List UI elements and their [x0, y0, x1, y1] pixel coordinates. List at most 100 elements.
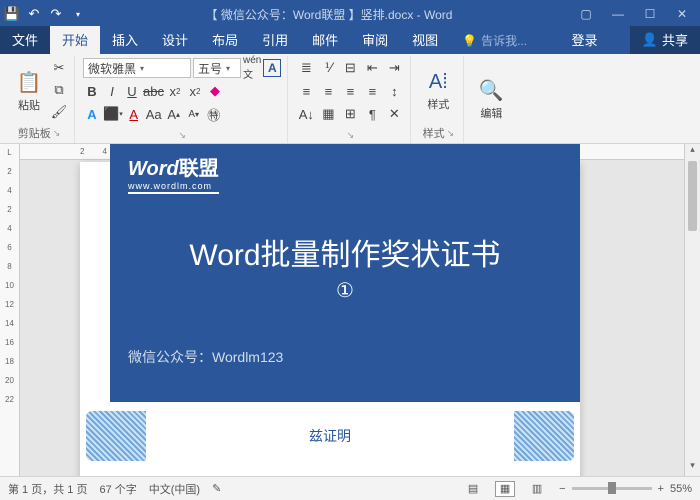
increase-indent-icon[interactable]: ⇥ [384, 58, 404, 78]
save-icon[interactable]: 💾 [4, 6, 20, 22]
underline-button[interactable]: U [123, 81, 141, 101]
shrink-font-icon[interactable]: A▾ [185, 104, 203, 124]
zoom-slider[interactable] [572, 487, 652, 490]
tab-view[interactable]: 视图 [400, 26, 450, 54]
sort-icon[interactable]: A↓ [296, 104, 316, 124]
overlay-title: Word批量制作奖状证书 [128, 230, 562, 274]
status-bar: 第 1 页，共 1 页 67 个字 中文(中国) ✎ ▤ ▦ ▥ − + 55% [0, 476, 700, 500]
line-spacing-icon[interactable]: ↕ [384, 81, 404, 101]
minimize-icon[interactable]: — [604, 4, 632, 24]
redo-icon[interactable]: ↷ [48, 6, 64, 22]
tab-mail[interactable]: 邮件 [300, 26, 350, 54]
launcher-icon[interactable]: ↘ [53, 128, 61, 139]
maximize-icon[interactable]: ☐ [636, 4, 664, 24]
clear-format-icon[interactable]: ◆ [206, 81, 224, 101]
styles-icon: A⁞ [429, 71, 448, 94]
grow-font-icon[interactable]: A▴ [165, 104, 183, 124]
copy-icon[interactable]: ⧉ [50, 80, 68, 100]
tab-insert[interactable]: 插入 [100, 26, 150, 54]
document-area: L24246810121416182022 24681012141618 Wor… [0, 144, 700, 476]
insert-mode-icon[interactable]: ✎ [212, 482, 221, 495]
window-controls: ▢ — ☐ ✕ [572, 4, 696, 24]
snap-grid-icon[interactable]: ✕ [384, 104, 404, 124]
enclose-char-icon[interactable]: ㊕ [205, 104, 223, 124]
share-button[interactable]: 👤共享 [630, 26, 700, 54]
document-viewport[interactable]: 24681012141618 Word联盟 www.wordlm.com Wor… [20, 144, 684, 476]
editing-button[interactable]: 🔍 编辑 [472, 58, 510, 141]
italic-button[interactable]: I [103, 81, 121, 101]
read-mode-icon[interactable]: ▤ [463, 481, 483, 497]
zoom-control: − + 55% [559, 483, 692, 495]
tell-me[interactable]: 💡告诉我... [450, 28, 539, 54]
zoom-in-button[interactable]: + [658, 483, 664, 495]
group-clipboard: 📋 粘贴 ✂ ⧉ 🖌 剪贴板↘ [4, 56, 75, 143]
tab-review[interactable]: 审阅 [350, 26, 400, 54]
group-font: 微软雅黑▾ 五号▾ wén文 A B I U abc x2 x2 ◆ A ⬛▾ … [77, 56, 288, 143]
scroll-down-icon[interactable]: ▾ [685, 460, 700, 476]
bold-button[interactable]: B [83, 81, 101, 101]
scroll-up-icon[interactable]: ▴ [685, 144, 700, 160]
language-indicator[interactable]: 中文(中国) [149, 481, 200, 497]
vertical-ruler[interactable]: L24246810121416182022 [0, 144, 20, 476]
overlay-number: ① [128, 278, 562, 303]
group-paragraph: ≣ ⅟ ⊟ ⇤ ⇥ ≡ ≡ ≡ ≡ ↕ A↓ ▦ ⊞ ¶ ✕ ↘ [290, 56, 411, 143]
character-border-icon[interactable]: A [263, 59, 281, 77]
launcher-icon[interactable]: ↘ [178, 130, 186, 141]
overlay-logo: Word联盟 www.wordlm.com [128, 152, 219, 194]
justify-icon[interactable]: ≡ [362, 81, 382, 101]
web-layout-icon[interactable]: ▥ [527, 481, 547, 497]
char-shading-icon[interactable]: Aa [145, 104, 163, 124]
ribbon-options-icon[interactable]: ▢ [572, 4, 600, 24]
launcher-icon[interactable]: ↘ [347, 130, 355, 141]
tab-home[interactable]: 开始 [50, 26, 100, 54]
subscript-button[interactable]: x2 [166, 81, 184, 101]
tab-references[interactable]: 引用 [250, 26, 300, 54]
share-icon: 👤 [642, 32, 658, 48]
numbering-icon[interactable]: ⅟ [318, 58, 338, 78]
decrease-indent-icon[interactable]: ⇤ [362, 58, 382, 78]
phonetic-guide-icon[interactable]: wén文 [243, 58, 261, 78]
bullets-icon[interactable]: ≣ [296, 58, 316, 78]
print-layout-icon[interactable]: ▦ [495, 481, 515, 497]
show-marks-icon[interactable]: ¶ [362, 104, 382, 124]
close-icon[interactable]: ✕ [668, 4, 696, 24]
certificate-preview: 兹证明 [80, 406, 580, 466]
tab-file[interactable]: 文件 [0, 26, 50, 54]
font-color-icon[interactable]: A [125, 104, 143, 124]
zoom-thumb[interactable] [608, 482, 616, 494]
ribbon-tabs: 文件 开始 插入 设计 布局 引用 邮件 审阅 视图 💡告诉我... 登录 👤共… [0, 28, 700, 54]
chevron-down-icon: ▾ [226, 64, 230, 73]
font-size-select[interactable]: 五号▾ [193, 58, 241, 78]
group-styles: A⁞ 样式 样式↘ [413, 56, 464, 143]
format-painter-icon[interactable]: 🖌 [50, 102, 68, 122]
font-name-select[interactable]: 微软雅黑▾ [83, 58, 191, 78]
tab-design[interactable]: 设计 [150, 26, 200, 54]
zoom-level[interactable]: 55% [670, 483, 692, 495]
align-left-icon[interactable]: ≡ [296, 81, 316, 101]
superscript-button[interactable]: x2 [186, 81, 204, 101]
styles-button[interactable]: A⁞ 样式 [419, 58, 457, 125]
borders-icon[interactable]: ⊞ [340, 104, 360, 124]
zoom-out-button[interactable]: − [559, 483, 565, 495]
login-link[interactable]: 登录 [559, 26, 609, 54]
undo-icon[interactable]: ↶ [26, 6, 42, 22]
strikethrough-button[interactable]: abc [143, 81, 164, 101]
vertical-scrollbar[interactable]: ▴ ▾ [684, 144, 700, 476]
multilevel-icon[interactable]: ⊟ [340, 58, 360, 78]
window-title: 【 微信公众号：Word联盟 】竖排.docx - Word [86, 6, 572, 23]
title-bar: 💾 ↶ ↷ ▾ 【 微信公众号：Word联盟 】竖排.docx - Word ▢… [0, 0, 700, 28]
qat-dropdown-icon[interactable]: ▾ [70, 6, 86, 22]
scroll-thumb[interactable] [688, 161, 697, 231]
launcher-icon[interactable]: ↘ [447, 128, 455, 139]
cut-icon[interactable]: ✂ [50, 58, 68, 78]
group-editing: 🔍 编辑 [466, 56, 516, 143]
tab-layout[interactable]: 布局 [200, 26, 250, 54]
page-indicator[interactable]: 第 1 页，共 1 页 [8, 481, 87, 497]
highlight-icon[interactable]: ⬛▾ [103, 104, 123, 124]
text-effects-icon[interactable]: A [83, 104, 101, 124]
shading-icon[interactable]: ▦ [318, 104, 338, 124]
align-center-icon[interactable]: ≡ [318, 81, 338, 101]
word-count[interactable]: 67 个字 [99, 481, 136, 497]
paste-button[interactable]: 📋 粘贴 [10, 58, 48, 125]
align-right-icon[interactable]: ≡ [340, 81, 360, 101]
